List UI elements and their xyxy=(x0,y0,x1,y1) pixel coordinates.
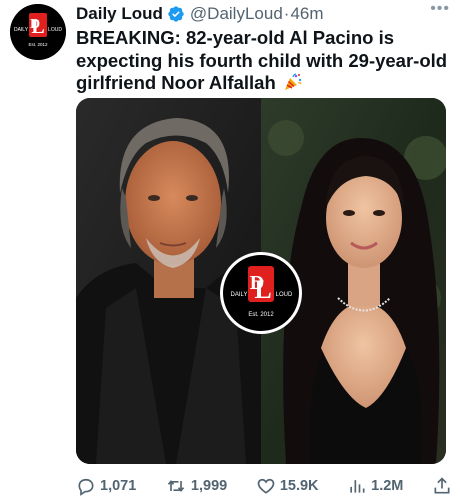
svg-text:LOUD: LOUD xyxy=(48,27,62,33)
avatar[interactable]: L D DAILY LOUD Est. 2012 xyxy=(10,4,66,60)
separator: · xyxy=(283,4,290,23)
more-options-icon[interactable]: ••• xyxy=(430,0,450,18)
daily-loud-logo: L D DAILY LOUD Est. 2012 xyxy=(10,4,66,60)
svg-text:Est. 2012: Est. 2012 xyxy=(28,42,48,47)
timestamp[interactable]: 46m xyxy=(290,4,323,24)
svg-text:L: L xyxy=(254,275,271,304)
tweet-body: BREAKING: 82-year-old Al Pacino is expec… xyxy=(76,27,448,93)
svg-text:D: D xyxy=(30,17,40,32)
views-chart-icon xyxy=(350,480,365,493)
handle[interactable]: @DailyLoud xyxy=(190,4,283,24)
tweet-text: BREAKING: 82-year-old Al Pacino is expec… xyxy=(76,27,452,95)
svg-text:Est. 2012: Est. 2012 xyxy=(248,312,274,318)
tweet-header: Daily Loud @DailyLoud · 46m ••• xyxy=(76,0,452,26)
views-count: 1.2M xyxy=(371,478,404,494)
retweet-icon xyxy=(167,480,185,492)
svg-text:LOUD: LOUD xyxy=(276,292,293,298)
photo-collage: D L DAILY LOUD Est. 2012 xyxy=(76,98,446,464)
share-button[interactable] xyxy=(432,476,452,496)
like-count: 15.9K xyxy=(279,478,319,494)
reply-icon xyxy=(78,478,94,496)
reply-button[interactable]: 1,071 xyxy=(76,476,136,496)
tweet-actions-bar: 1,071 1,999 15.9K 1.2M xyxy=(76,475,452,497)
svg-text:DAILY: DAILY xyxy=(14,27,29,33)
share-icon xyxy=(434,477,450,494)
tweet-media-image[interactable]: D L DAILY LOUD Est. 2012 xyxy=(76,98,446,464)
display-name[interactable]: Daily Loud xyxy=(76,4,163,24)
retweet-count: 1,999 xyxy=(190,478,228,494)
heart-icon xyxy=(257,478,275,494)
verified-badge-icon xyxy=(168,6,184,22)
party-popper-icon xyxy=(284,73,302,90)
like-button[interactable]: 15.9K xyxy=(256,476,319,496)
reply-count: 1,071 xyxy=(100,478,137,494)
views-button[interactable]: 1.2M xyxy=(347,476,403,496)
svg-text:DAILY: DAILY xyxy=(231,292,248,298)
retweet-button[interactable]: 1,999 xyxy=(165,476,227,496)
daily-loud-watermark-logo: D L DAILY LOUD Est. 2012 xyxy=(220,252,302,334)
